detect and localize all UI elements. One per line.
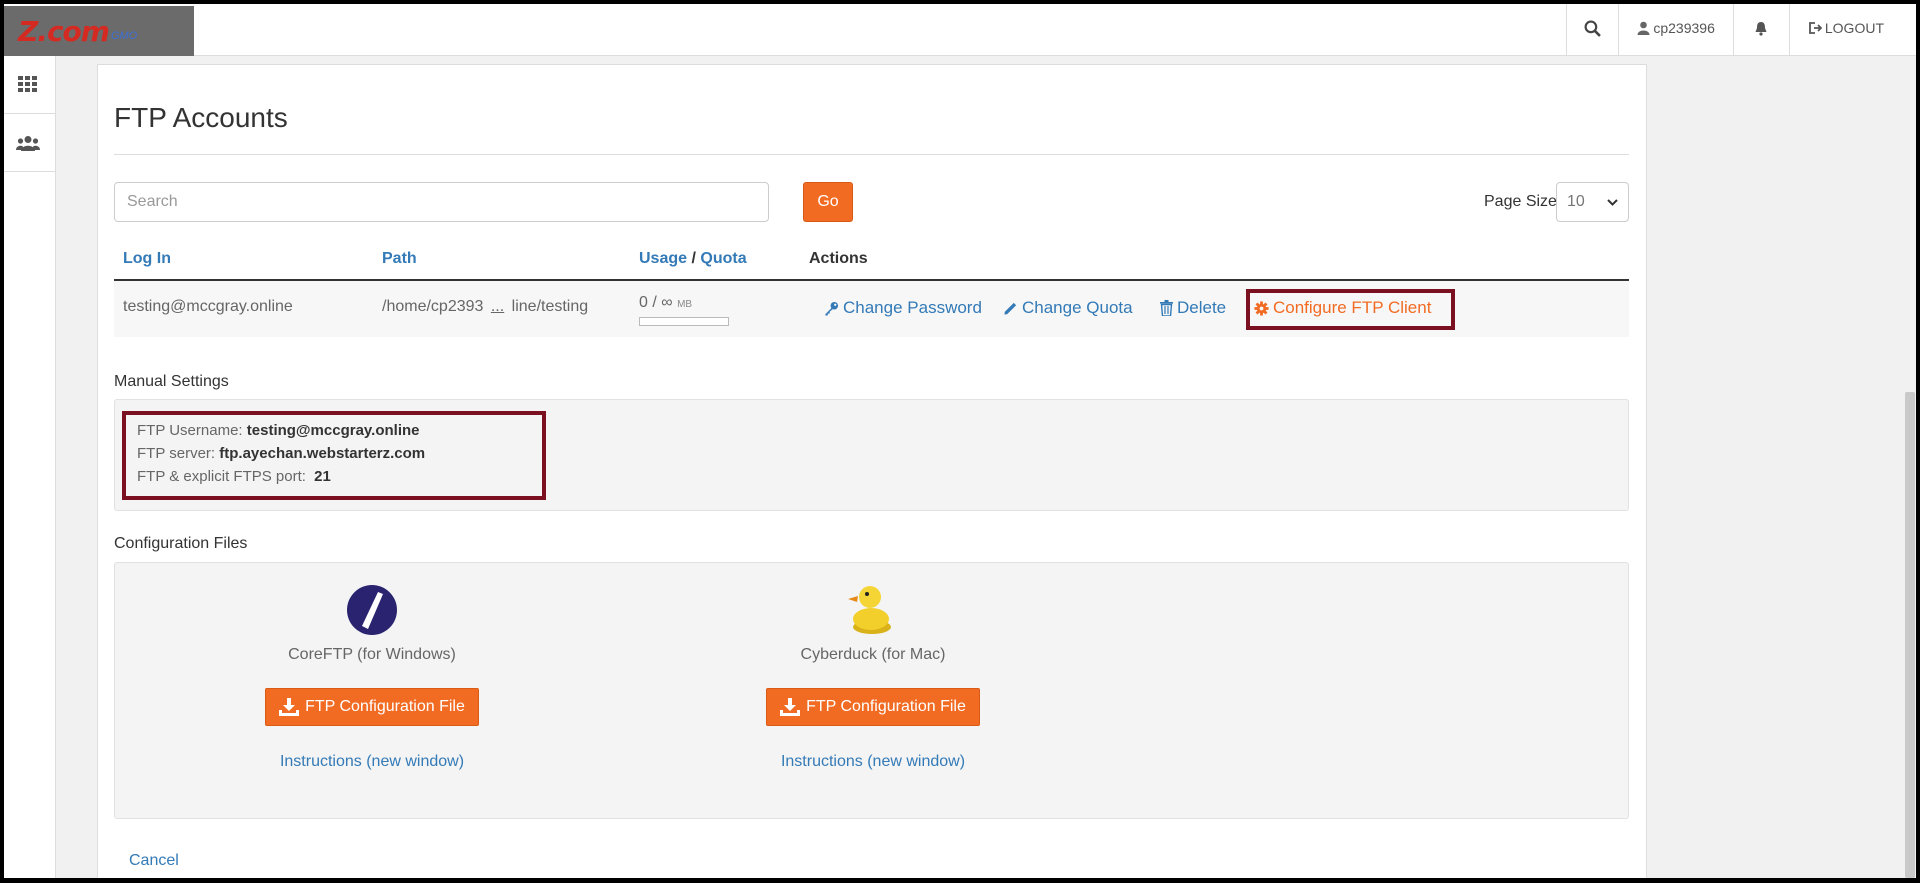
row-path: /home/cp2393 ... line/testing [382, 298, 588, 316]
title-divider [114, 154, 1629, 155]
column-header-path[interactable]: Path [382, 250, 417, 268]
page-size-select[interactable]: 10 [1556, 182, 1629, 222]
cyberduck-instructions-link[interactable]: Instructions (new window) [753, 753, 993, 771]
configure-highlight-box [1246, 289, 1455, 330]
users-icon [15, 135, 40, 151]
path-end: line/testing [511, 298, 589, 315]
change-password-label: Change Password [843, 298, 982, 317]
column-header-quota[interactable]: Quota [700, 250, 746, 267]
cyberduck-label: Cyberduck (for Mac) [800, 646, 946, 663]
coreftp-config-download-label: FTP Configuration File [305, 698, 465, 715]
users-button[interactable] [0, 114, 55, 172]
page-size-value: 10 [1567, 193, 1585, 210]
scrollbar-thumb[interactable] [1905, 392, 1915, 878]
logout-icon [1808, 22, 1822, 34]
path-ellipsis[interactable]: ... [491, 298, 504, 315]
logo-sub: GMO [110, 30, 138, 42]
user-menu[interactable]: cp239396 [1618, 0, 1733, 56]
search-button[interactable] [1566, 0, 1618, 56]
top-right-nav: cp239396 LOGOUT [1566, 0, 1902, 56]
column-header-slash: / [691, 250, 696, 267]
usage-progress-bar [639, 317, 729, 326]
user-icon [1637, 21, 1650, 35]
download-icon [279, 698, 300, 716]
pencil-icon [1004, 302, 1017, 315]
search-input[interactable] [114, 182, 769, 222]
coreftp-config-download-button[interactable]: FTP Configuration File [265, 688, 479, 726]
key-icon [825, 301, 839, 316]
trash-icon [1160, 300, 1173, 316]
username: cp239396 [1653, 20, 1715, 36]
go-button[interactable]: Go [803, 182, 853, 222]
manual-settings-highlight-box [122, 411, 546, 500]
cyberduck-config-download-button[interactable]: FTP Configuration File [766, 688, 980, 726]
top-bar: Z.com GMO cp239396 LOGOUT [0, 0, 1920, 56]
column-header-usage[interactable]: Usage [639, 250, 687, 267]
coreftp-label: CoreFTP (for Windows) [288, 646, 456, 663]
change-quota-link[interactable]: Change Quota [1003, 298, 1133, 318]
cancel-link[interactable]: Cancel [129, 852, 179, 870]
page-title: FTP Accounts [114, 102, 288, 133]
search-icon [1584, 20, 1602, 37]
notifications-button[interactable] [1732, 0, 1789, 56]
configuration-files-heading: Configuration Files [114, 535, 248, 552]
coreftp-instructions-link[interactable]: Instructions (new window) [252, 753, 492, 771]
coreftp-logo-icon [347, 585, 397, 635]
logout-label: LOGOUT [1824, 20, 1884, 36]
bell-icon [1755, 21, 1767, 36]
row-usage: 0 / ∞ MB [639, 294, 692, 312]
cyberduck-config-download-label: FTP Configuration File [806, 698, 966, 715]
logout-button[interactable]: LOGOUT [1788, 0, 1902, 56]
column-header-actions: Actions [809, 250, 868, 267]
change-password-link[interactable]: Change Password [824, 298, 982, 318]
usage-unit: MB [677, 299, 693, 310]
left-rail [0, 56, 56, 883]
row-login: testing@mccgray.online [123, 298, 293, 315]
change-quota-label: Change Quota [1022, 298, 1133, 317]
logo-text: Z.com [18, 14, 110, 48]
grid-icon [17, 75, 37, 92]
page-size-label: Page Size [1484, 193, 1557, 210]
delete-label: Delete [1177, 298, 1227, 317]
path-start: /home/cp2393 [382, 298, 484, 315]
usage-value: 0 / ∞ [639, 294, 673, 311]
delete-link[interactable]: Delete [1160, 298, 1226, 318]
manual-settings-heading: Manual Settings [114, 373, 229, 390]
column-header-login[interactable]: Log In [123, 250, 171, 268]
logo[interactable]: Z.com GMO [4, 6, 194, 56]
column-header-usage-quota: Usage / Quota [639, 250, 747, 268]
apps-button[interactable] [0, 56, 55, 114]
download-icon [780, 698, 801, 716]
cyberduck-logo-icon [848, 586, 891, 634]
ftp-accounts-panel: FTP Accounts Go Page Size 10 Log In Path… [97, 64, 1647, 883]
chevron-down-icon [1607, 198, 1618, 206]
